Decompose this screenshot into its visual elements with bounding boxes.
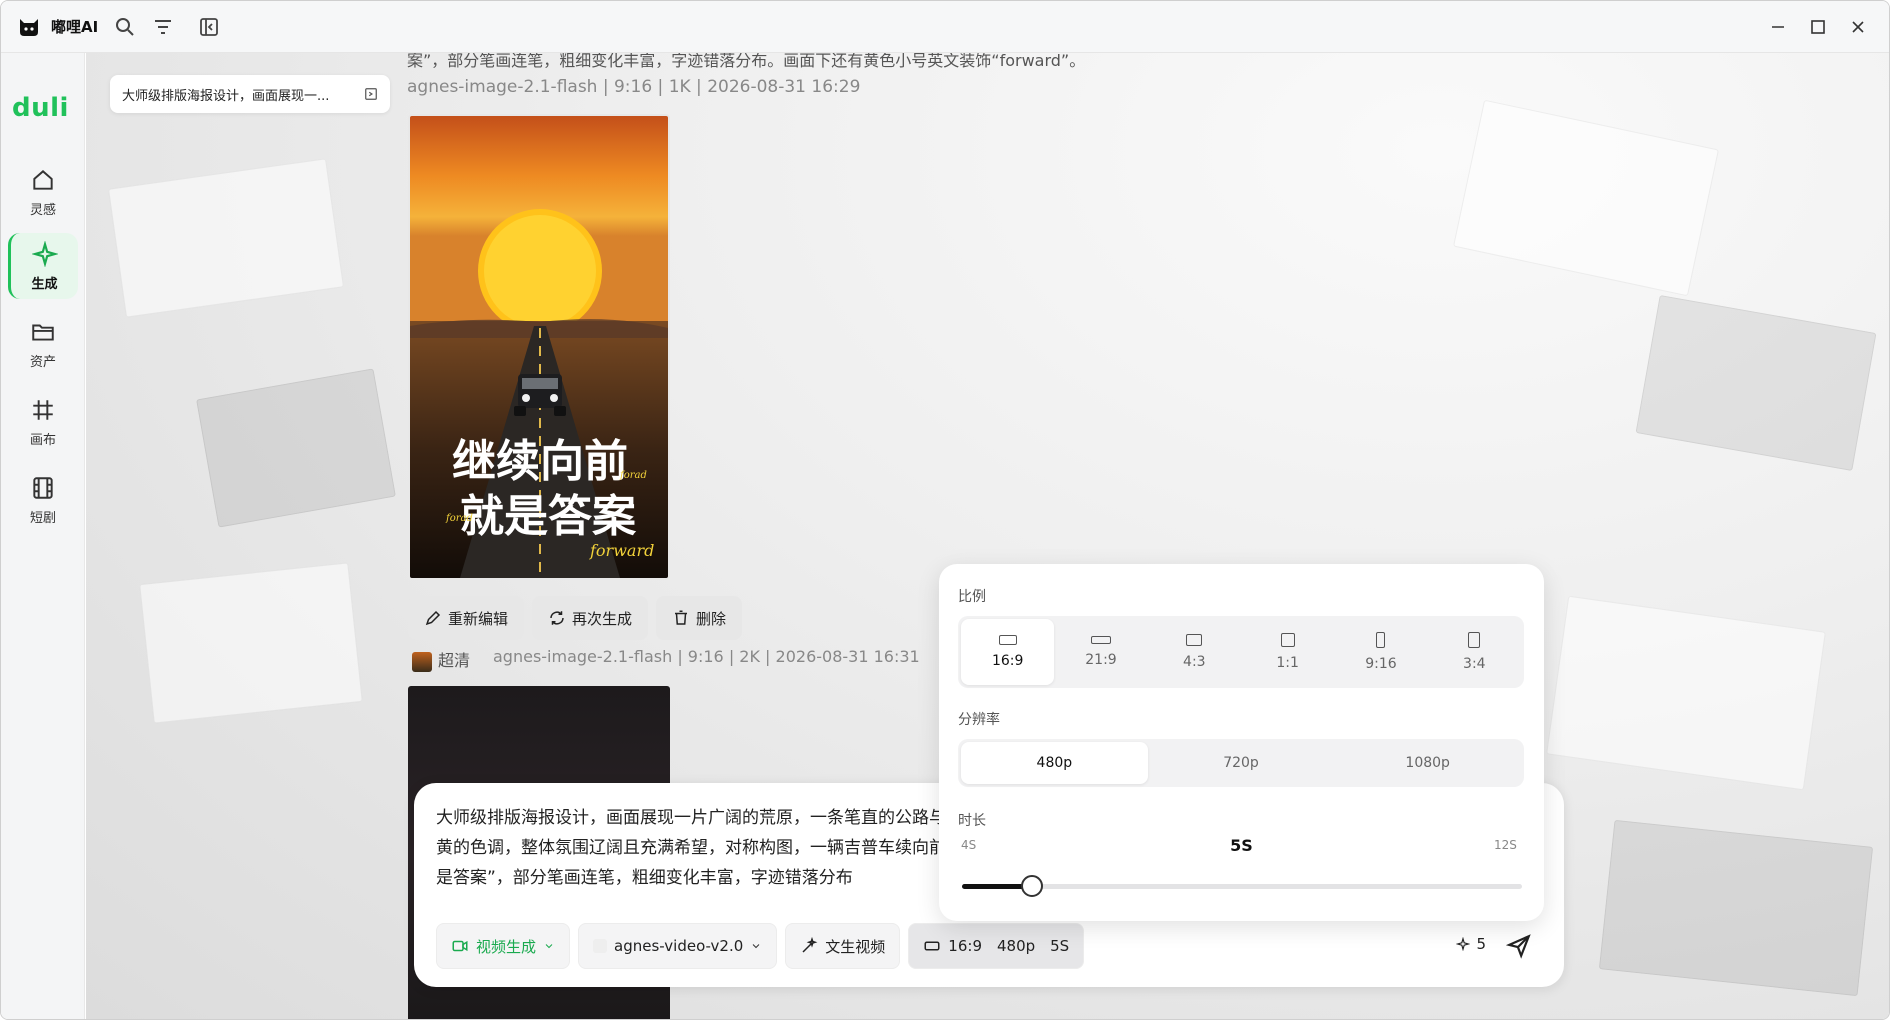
poster-headline-1: 继续向前 [452, 436, 628, 487]
prompt-input[interactable]: 大师级排版海报设计，画面展现一片广阔的荒原，一条笔直的公路与金黄的色调，整体氛围… [436, 803, 976, 893]
duration-label: 时长 [958, 813, 986, 829]
title-bar: 嘟哩AI [1, 1, 1889, 53]
background-decoration [196, 368, 396, 528]
ratio-shape-icon [1280, 633, 1295, 647]
resolution-segmented: 480p 720p 1080p [958, 739, 1524, 787]
close-icon[interactable] [1844, 13, 1872, 41]
result2-meta: agnes-image-2.1-flash | 9:16 | 2K | 2026… [493, 647, 920, 666]
poster-small-text: forad [445, 513, 473, 524]
app-window: 嘟哩AI duli 灵感 生成 资产 画布 短剧 案”，部分笔画连笔，粗细变化丰… [0, 0, 1890, 1020]
video-settings-popover: 比例 16:9 21:9 4:3 1:1 9:16 3:4 分辨率 480p 7… [939, 564, 1544, 921]
sparkle-icon [31, 240, 58, 267]
result1-meta: agnes-image-2.1-flash | 9:16 | 1K | 2026… [407, 77, 861, 97]
chevron-down-icon [545, 944, 553, 949]
result-actions: 重新编辑 再次生成 删除 [408, 596, 743, 640]
video-icon [452, 940, 468, 952]
ratio-option-16-9[interactable]: 16:9 [961, 619, 1055, 685]
credits-cost: 5 [1456, 935, 1486, 953]
poster-headline-2: 就是答案 [460, 491, 637, 542]
ratio-option-21-9[interactable]: 21:9 [1054, 619, 1147, 685]
sidebar-item-label: 灵感 [29, 202, 56, 218]
duration-value: 5S [1230, 836, 1253, 855]
poster-artwork: 继续向前 就是答案 forad forad forward [410, 116, 668, 578]
ratio-shape-icon [1468, 632, 1481, 648]
search-icon[interactable] [113, 15, 137, 39]
app-name: 嘟哩AI [51, 18, 99, 36]
previous-prompt-text: 案”，部分笔画连笔，粗细变化丰富，字迹错落分布。画面下还有黄色小号英文装饰“fo… [407, 53, 1086, 70]
crop-icon [33, 399, 53, 420]
ratio-option-4-3[interactable]: 4:3 [1148, 619, 1241, 685]
resolution-option-720p[interactable]: 720p [1148, 742, 1335, 784]
thumbnail-icon [412, 651, 432, 672]
result2-hd-badge: 超清 [412, 647, 470, 672]
ratio-option-3-4[interactable]: 3:4 [1428, 619, 1521, 685]
main-content: 案”，部分笔画连笔，粗细变化丰富，字迹错落分布。画面下还有黄色小号英文装饰“fo… [86, 53, 1889, 1019]
folder-icon [32, 324, 54, 341]
text-to-video-button[interactable]: 文生视频 [785, 923, 901, 969]
ratio-shape-icon [1376, 632, 1386, 648]
chevron-down-icon [752, 944, 760, 949]
ratio-segmented: 16:9 21:9 4:3 1:1 9:16 3:4 [958, 616, 1524, 688]
sidebar-item-label: 画布 [29, 432, 56, 448]
poster-forward-text: forward [589, 541, 654, 560]
mode-select[interactable]: 视频生成 [436, 923, 571, 969]
magic-wand-icon [802, 937, 818, 953]
resolution-label: 分辨率 [958, 712, 1000, 728]
film-icon [33, 476, 53, 499]
home-icon [33, 169, 53, 190]
sidebar-item-label: 短剧 [29, 510, 56, 526]
model-icon [593, 939, 608, 953]
sidebar-item-label: 生成 [31, 276, 58, 292]
duration-max-label: 12S [1494, 838, 1517, 852]
ratio-label: 比例 [958, 589, 986, 605]
delete-button[interactable]: 删除 [656, 596, 743, 640]
sidebar-item-label: 资产 [29, 354, 56, 370]
send-icon[interactable] [1506, 933, 1532, 959]
sidebar-item-assets[interactable]: 资产 [8, 311, 78, 377]
background-decoration [1598, 819, 1874, 997]
ratio-option-1-1[interactable]: 1:1 [1241, 619, 1334, 685]
pencil-icon [425, 610, 441, 626]
collapse-sidebar-icon[interactable] [197, 15, 221, 39]
generated-poster-image[interactable]: 继续向前 就是答案 forad forad forward [408, 114, 670, 580]
ratio-shape-icon [1090, 636, 1111, 644]
ratio-shape-icon [1186, 634, 1203, 646]
composer-toolbar: 视频生成 agnes-video-v2.0 文生视频 16:9 480p 5S [436, 923, 1085, 969]
background-decoration [139, 562, 363, 724]
sidebar-item-generate[interactable]: 生成 [8, 233, 78, 299]
background-decoration [1635, 294, 1877, 472]
regenerate-button[interactable]: 再次生成 [532, 596, 649, 640]
video-settings-button[interactable]: 16:9 480p 5S [908, 923, 1085, 969]
expand-panel-icon[interactable] [364, 87, 378, 101]
filter-icon[interactable] [151, 15, 175, 39]
cat-logo-icon [20, 19, 38, 36]
sidebar-item-canvas[interactable]: 画布 [8, 389, 78, 455]
background-decoration [1546, 595, 1826, 791]
maximize-icon[interactable] [1804, 13, 1832, 41]
background-decoration [1453, 99, 1719, 297]
sidebar-item-short-drama[interactable]: 短剧 [8, 467, 78, 533]
sidebar: duli 灵感 生成 资产 画布 短剧 [1, 53, 85, 1019]
minimize-icon[interactable] [1764, 13, 1792, 41]
refresh-icon [550, 611, 564, 625]
resolution-option-480p[interactable]: 480p [961, 742, 1148, 784]
trash-icon [675, 610, 688, 625]
history-prompt-chip[interactable]: 大师级排版海报设计，画面展现一... [110, 75, 390, 113]
duration-slider-thumb[interactable] [1021, 875, 1043, 897]
sparkle-icon [1456, 937, 1471, 951]
aspect-ratio-icon [924, 941, 940, 951]
resolution-option-1080p[interactable]: 1080p [1334, 742, 1521, 784]
model-select[interactable]: agnes-video-v2.0 [578, 923, 778, 969]
sidebar-item-inspiration[interactable]: 灵感 [8, 159, 78, 225]
ratio-shape-icon [998, 635, 1017, 645]
poster-small-text: forad [619, 470, 647, 481]
reedit-button[interactable]: 重新编辑 [408, 596, 525, 640]
ratio-option-9-16[interactable]: 9:16 [1334, 619, 1427, 685]
duration-slider[interactable] [962, 875, 1522, 897]
background-decoration [108, 158, 344, 318]
brand-logo: duli [12, 93, 69, 123]
